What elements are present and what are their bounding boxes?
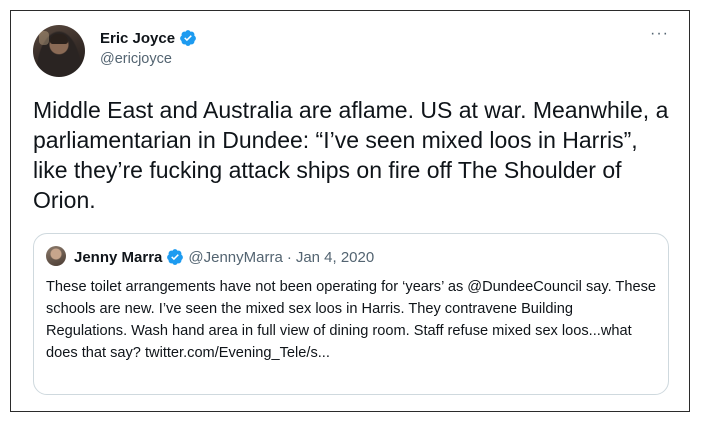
avatar-hair (50, 34, 68, 44)
header-separator: · (286, 248, 292, 266)
quoted-tweet-text: These toilet arrangements have not been … (46, 279, 656, 361)
author-name-row[interactable]: Eric Joyce (100, 29, 197, 47)
more-options-icon[interactable]: ··· (650, 25, 669, 43)
quoted-verified-badge-icon (167, 249, 184, 265)
tweet-text: Middle East and Australia are aflame. US… (33, 97, 669, 213)
quoted-tweet-header: Jenny Marra @JennyMarra · Jan 4, 2020 (74, 248, 374, 266)
quoted-tweet-date[interactable]: Jan 4, 2020 (296, 249, 374, 266)
quoted-author-avatar[interactable] (46, 246, 66, 266)
quoted-tweet[interactable]: Jenny Marra @JennyMarra · Jan 4, 2020 Th… (33, 233, 669, 395)
author-avatar[interactable] (33, 25, 85, 77)
author-handle[interactable]: @ericjoyce (100, 51, 172, 67)
tweet-card[interactable]: Eric Joyce @ericjoyce ··· Middle East an… (10, 10, 690, 412)
quoted-author-handle[interactable]: @JennyMarra (188, 249, 282, 266)
quoted-author-name[interactable]: Jenny Marra (74, 249, 162, 266)
verified-badge-icon (180, 30, 196, 46)
author-name[interactable]: Eric Joyce (100, 30, 175, 47)
avatar-background-light (39, 31, 49, 45)
